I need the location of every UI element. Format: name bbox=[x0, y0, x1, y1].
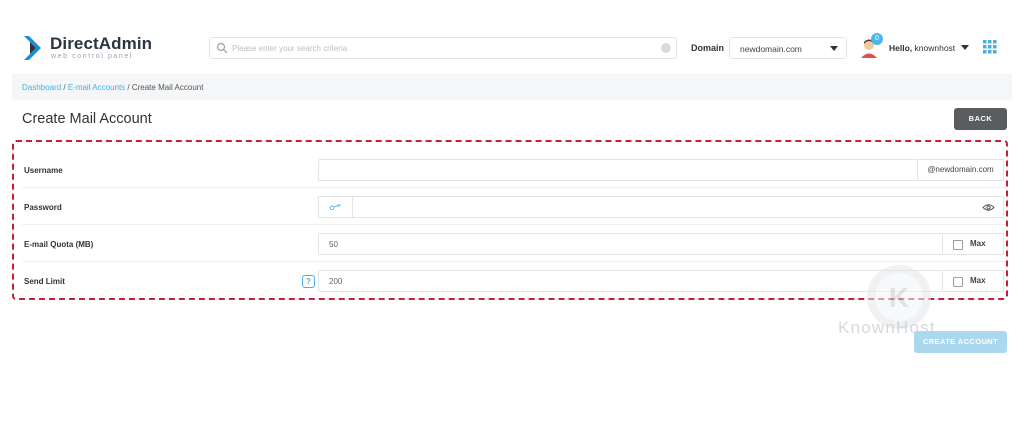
domain-select[interactable]: newdomain.com bbox=[729, 37, 847, 59]
directadmin-logo-icon bbox=[24, 36, 41, 60]
username-label: Username bbox=[24, 166, 63, 175]
breadcrumb-dashboard[interactable]: Dashboard bbox=[22, 83, 61, 92]
send-limit-max-label: Max bbox=[970, 276, 986, 285]
svg-text:K: K bbox=[889, 282, 909, 313]
password-input[interactable] bbox=[363, 200, 963, 214]
user-menu[interactable]: Hello, knownhost bbox=[889, 43, 955, 53]
form-row-quota: E-mail Quota (MB) Max bbox=[22, 226, 1006, 262]
form-row-username: Username @newdomain.com bbox=[22, 152, 1006, 188]
quota-field-wrap bbox=[318, 233, 943, 255]
send-limit-input[interactable] bbox=[329, 274, 929, 288]
search-input[interactable] bbox=[232, 40, 652, 56]
username-input[interactable] bbox=[329, 163, 909, 177]
breadcrumb-current: Create Mail Account bbox=[131, 83, 204, 92]
chevron-down-icon bbox=[830, 46, 838, 51]
apps-grid-icon[interactable] bbox=[983, 40, 997, 54]
create-mail-form: Username @newdomain.com Password E-mail … bbox=[12, 140, 1008, 300]
page-title: Create Mail Account bbox=[22, 111, 152, 127]
send-limit-label: Send Limit bbox=[24, 277, 65, 286]
toggle-password-visibility[interactable] bbox=[973, 196, 1004, 218]
quota-max-wrap: Max bbox=[943, 233, 1004, 255]
form-row-password: Password bbox=[22, 189, 1006, 225]
hello-prefix: Hello, bbox=[889, 43, 913, 53]
notification-badge[interactable]: 0 bbox=[871, 33, 883, 45]
username-field-wrap bbox=[318, 159, 918, 181]
send-limit-max-checkbox[interactable] bbox=[953, 277, 963, 287]
key-generate-icon bbox=[329, 203, 341, 211]
top-header: DirectAdmin web control panel Domain new… bbox=[0, 0, 1024, 74]
eye-icon bbox=[982, 204, 995, 211]
quota-max-label: Max bbox=[970, 239, 986, 248]
domain-label: Domain bbox=[691, 43, 725, 53]
search-box[interactable] bbox=[209, 37, 677, 59]
brand-name: DirectAdmin bbox=[50, 34, 153, 53]
back-button[interactable]: BACK bbox=[954, 108, 1007, 130]
user-menu-chevron-icon[interactable] bbox=[961, 45, 969, 50]
quota-label: E-mail Quota (MB) bbox=[24, 240, 94, 249]
send-limit-max-wrap: Max bbox=[943, 270, 1004, 292]
breadcrumb-bar: Dashboard / E-mail Accounts / Create Mai… bbox=[12, 74, 1012, 100]
password-field-wrap bbox=[352, 196, 974, 218]
search-icon bbox=[216, 42, 228, 54]
directadmin-logo[interactable]: DirectAdmin web control panel bbox=[22, 34, 152, 66]
domain-suffix: @newdomain.com bbox=[918, 159, 1004, 181]
breadcrumb-separator: / bbox=[125, 83, 132, 92]
brand-tagline: web control panel bbox=[51, 53, 134, 60]
send-limit-field-wrap bbox=[318, 270, 943, 292]
username-label: knownhost bbox=[914, 43, 956, 53]
help-icon[interactable]: ? bbox=[302, 275, 315, 288]
breadcrumb-separator: / bbox=[61, 83, 68, 92]
form-row-send-limit: Send Limit ? Max bbox=[22, 263, 1006, 299]
quota-max-checkbox[interactable] bbox=[953, 240, 963, 250]
breadcrumb-email-accounts[interactable]: E-mail Accounts bbox=[68, 83, 125, 92]
clear-icon[interactable] bbox=[661, 43, 671, 53]
breadcrumb: Dashboard / E-mail Accounts / Create Mai… bbox=[22, 83, 203, 92]
domain-select-value: newdomain.com bbox=[740, 44, 802, 54]
quota-input[interactable] bbox=[329, 237, 929, 251]
generate-password-button[interactable] bbox=[318, 196, 353, 218]
create-account-button[interactable]: CREATE ACCOUNT bbox=[914, 331, 1007, 353]
password-label: Password bbox=[24, 203, 62, 212]
